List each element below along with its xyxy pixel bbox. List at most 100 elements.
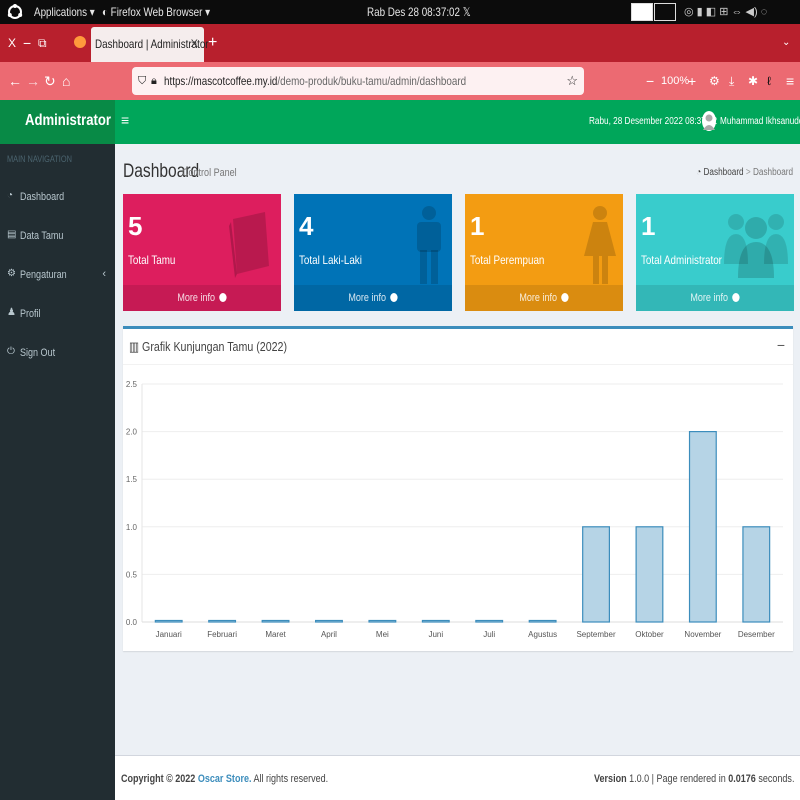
arrow-circle-right-icon — [732, 293, 740, 302]
brand-link[interactable]: Oscar Store. — [198, 773, 252, 785]
window-restore-button[interactable]: ⧉ — [38, 24, 47, 62]
more-info-text: More info — [177, 292, 216, 304]
y-tick-label: 1.0 — [126, 523, 138, 532]
more-info-link[interactable]: More info — [465, 285, 623, 311]
bar-chart: 0.0 0.5 1.0 1.5 2.0 2.5 Januari Februari Maret Ap… — [126, 380, 783, 639]
user-avatar-icon — [703, 114, 715, 130]
sidebar-toggle-icon[interactable]: ≡ — [121, 112, 129, 128]
bookmark-star-icon[interactable]: ☆ — [566, 67, 578, 95]
zoom-level[interactable]: 100% — [661, 62, 689, 100]
stat-label: Total Perempuan — [470, 253, 545, 267]
settings-gear-icon[interactable]: ⚙ — [709, 62, 720, 100]
window-minimize-button[interactable]: − — [23, 24, 31, 62]
new-tab-button[interactable]: + — [208, 24, 217, 62]
copyright-text: Copyright © 2022 — [121, 773, 196, 785]
bar — [315, 619, 343, 623]
sidebar-item-profil[interactable]: ♟ Profil — [0, 295, 115, 334]
app-logo[interactable]: Administrator — [0, 100, 115, 144]
chart-panel-title-text: Grafik Kunjungan Tamu (2022) — [142, 339, 288, 354]
breadcrumb: ◔ Dashboard > Dashboard — [675, 167, 793, 178]
back-arrow-icon[interactable]: ← — [8, 62, 22, 100]
x-tick-label: Agustus — [528, 630, 557, 639]
page-subtitle: Control Panel — [182, 167, 249, 179]
bar — [475, 619, 504, 623]
cogs-icon: ⚙ — [7, 268, 16, 279]
users-icon — [724, 214, 788, 278]
sidebar-item-label: Sign Out — [20, 347, 56, 359]
url-text[interactable]: https://mascotcoffee.my.id/demo-produk/b… — [164, 67, 532, 95]
bar — [208, 619, 237, 623]
profile-icon[interactable]: ℓ — [767, 62, 771, 100]
stat-value: 1 — [641, 211, 656, 241]
sidebar-item-label: Dashboard — [20, 191, 65, 203]
stat-value: 5 — [128, 211, 143, 241]
y-tick-label: 2.0 — [126, 428, 138, 437]
seconds-text: seconds. — [755, 773, 794, 785]
breadcrumb-home[interactable]: Dashboard — [703, 167, 743, 178]
url-bar[interactable]: ⛉ 🔒︎ https://mascotcoffee.my.id/demo-pro… — [132, 67, 584, 95]
clock[interactable]: Rab Des 28 08:37:02 𝕏 — [367, 0, 493, 24]
user-menu[interactable]: Muhammad Ikhsanuddin — [720, 116, 800, 127]
bar — [261, 619, 290, 623]
shield-icon[interactable]: ⛉ — [138, 67, 146, 95]
footer-copyright: Copyright © 2022 Oscar Store. All rights… — [121, 773, 374, 785]
sidebar-item-pengaturan[interactable]: ⚙ Pengaturan ‹ — [0, 256, 115, 295]
workspace-2[interactable] — [654, 3, 676, 21]
tray-icons[interactable]: ◎ ▮ ◧ ⊞ ⇔ ◀) ◌ — [684, 0, 767, 24]
extension-icon[interactable]: ✱ — [748, 62, 758, 100]
x-tick-label: Januari — [156, 630, 182, 639]
bar — [421, 619, 450, 623]
more-info-link[interactable]: More info — [294, 285, 452, 311]
menu-icon[interactable]: ≡ — [786, 62, 794, 100]
sidebar-heading-text: MAIN NAVIGATION — [7, 154, 72, 164]
active-app-menu[interactable]: ◐ Firefox Web Browser ▾ — [102, 0, 234, 24]
tab-dashboard[interactable]: Dashboard | Administrator X — [91, 27, 209, 62]
app-top-nav: ≡ Rabu, 28 Desember 2022 08:37:02 Muhamm… — [115, 100, 800, 144]
more-info-text: More info — [348, 292, 387, 304]
avatar[interactable] — [702, 111, 716, 131]
y-tick-label: 1.5 — [126, 475, 138, 484]
more-info-text: More info — [519, 292, 558, 304]
os-top-bar: Applications ▾ ◐ Firefox Web Browser ▾ R… — [0, 0, 800, 24]
arrow-circle-right-icon — [561, 293, 569, 302]
bar — [154, 619, 183, 623]
window-close-button[interactable]: X — [8, 24, 16, 62]
sidebar: MAIN NAVIGATION ◔ Dashboard ▤ Data Tamu … — [0, 144, 115, 800]
breadcrumb-current: Dashboard — [752, 167, 793, 178]
sidebar-item-sign-out[interactable]: ⏻ Sign Out — [0, 334, 115, 373]
app-logo-text: Administrator — [25, 112, 112, 129]
stat-box-total-laki-laki: 4 Total Laki-Laki More info — [294, 194, 452, 311]
user-icon: ♟ — [7, 307, 16, 318]
url-path: /demo-produk/buku-tamu/admin/dashboard — [277, 74, 467, 88]
reload-icon[interactable]: ↻ — [44, 62, 56, 100]
download-icon[interactable]: ⤓ — [729, 62, 734, 100]
lock-icon[interactable]: 🔒︎ — [151, 67, 157, 95]
tab-close-icon[interactable]: X — [191, 27, 198, 62]
forward-arrow-icon[interactable]: → — [26, 62, 40, 100]
chart-panel: 0.0 0.5 1.0 1.5 2.0 2.5 Januari Februari Maret Ap… — [123, 326, 793, 651]
tab-list-chevron-icon[interactable]: ⌄ — [782, 24, 790, 62]
workspace-switcher[interactable] — [631, 3, 653, 21]
female-icon — [584, 206, 616, 284]
zoom-out-button[interactable]: − — [646, 62, 654, 100]
ubuntu-logo-icon[interactable] — [7, 4, 23, 20]
home-icon[interactable]: ⌂ — [62, 62, 70, 100]
y-tick-label: 2.5 — [126, 380, 138, 389]
bar-chart-icon: ▥ — [129, 339, 140, 354]
zoom-in-button[interactable]: + — [688, 62, 696, 100]
applications-menu[interactable]: Applications ▾ — [34, 0, 108, 24]
sidebar-heading: MAIN NAVIGATION — [7, 154, 86, 164]
more-info-link[interactable]: More info — [636, 285, 794, 311]
sidebar-item-dashboard[interactable]: ◔ Dashboard — [0, 178, 115, 217]
more-info-text: More info — [690, 292, 729, 304]
sidebar-item-data-tamu[interactable]: ▤ Data Tamu — [0, 217, 115, 256]
home-dashboard-icon: ◔ — [696, 167, 702, 178]
x-tick-label: Mei — [376, 630, 389, 639]
browser-nav-bar: ← → ↻ ⌂ ⛉ 🔒︎ https://mascotcoffee.my.id/… — [0, 62, 800, 100]
x-tick-label: September — [576, 630, 615, 639]
more-info-link[interactable]: More info — [123, 285, 281, 311]
x-tick-label: Maret — [265, 630, 286, 639]
minimize-button[interactable]: − — [777, 337, 785, 353]
footer: Copyright © 2022 Oscar Store. All rights… — [115, 755, 800, 800]
firefox-view-icon[interactable] — [74, 36, 86, 48]
